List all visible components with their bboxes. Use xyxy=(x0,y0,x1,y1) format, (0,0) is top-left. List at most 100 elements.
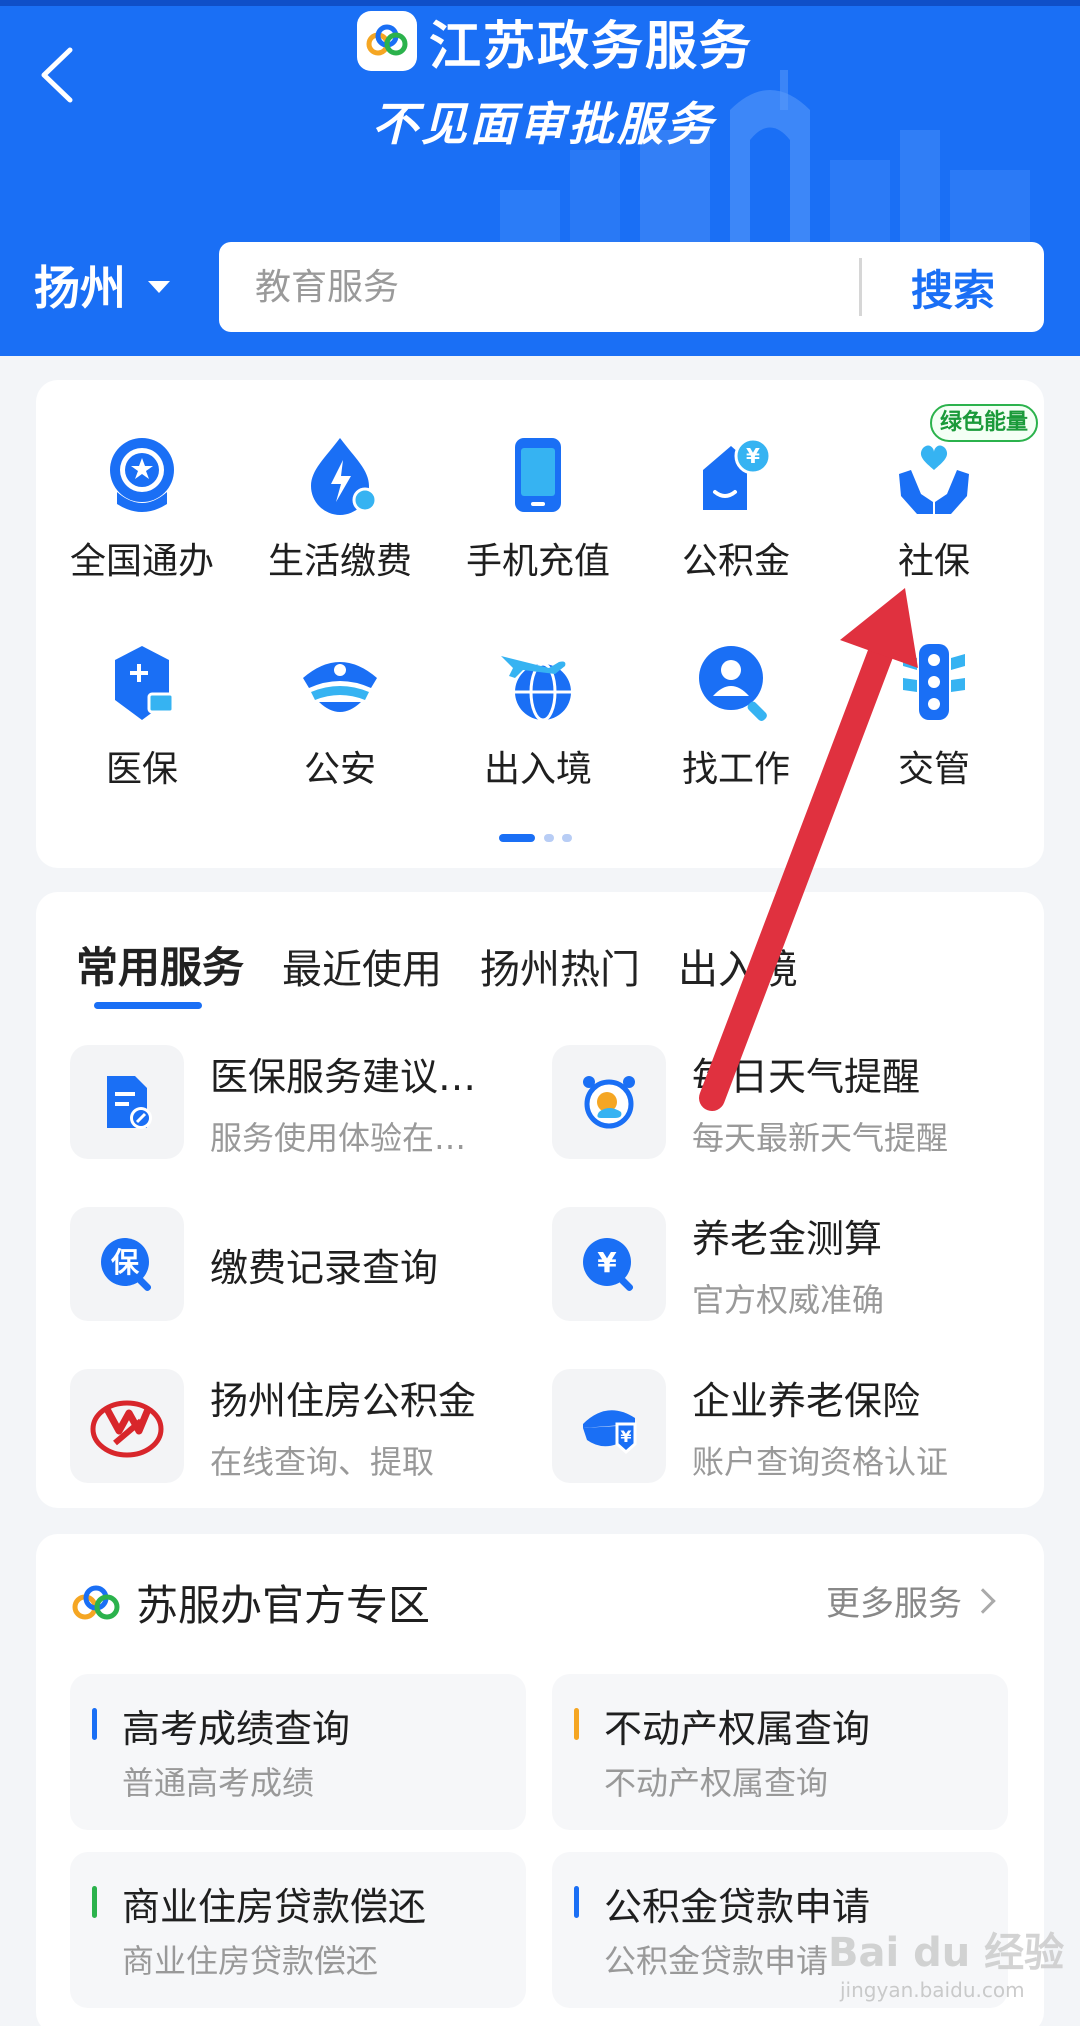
svg-text:¥: ¥ xyxy=(620,1427,631,1446)
tab-common-services[interactable]: 常用服务 xyxy=(76,934,244,995)
service-icon-box: 保 xyxy=(70,1207,184,1321)
tab-recently-used[interactable]: 最近使用 xyxy=(282,937,442,995)
police-icon xyxy=(303,662,377,712)
city-selector[interactable]: 扬州 xyxy=(34,252,170,318)
zone-item-commercial-loan[interactable]: 商业住房贷款偿还 商业住房贷款偿还 xyxy=(70,1852,526,2008)
search-bar: 搜索 xyxy=(219,242,1044,332)
grid-item-utility-payment[interactable]: 生活缴费 xyxy=(240,430,440,584)
back-arrow-icon[interactable] xyxy=(30,40,90,110)
service-item-pension-estimate[interactable]: ¥ 养老金测算 官方权威准确 xyxy=(552,1204,1012,1324)
zone-item-real-estate[interactable]: 不动产权属查询 不动产权属查询 xyxy=(552,1674,1008,1830)
svg-text:¥: ¥ xyxy=(597,1246,617,1279)
service-item-enterprise-pension[interactable]: ¥ 企业养老保险 账户查询资格认证 xyxy=(552,1366,1012,1486)
service-item-medical-feedback[interactable]: 医保服务建议… 服务使用体验在… xyxy=(70,1042,530,1162)
jiangsu-logo-icon xyxy=(357,11,417,71)
social-security-icon xyxy=(899,445,969,514)
more-services-label: 更多服务 xyxy=(826,1584,962,1624)
page-indicator-active xyxy=(499,834,535,842)
service-subtitle: 账户查询资格认证 xyxy=(692,1442,949,1481)
grid-label: 找工作 xyxy=(681,749,790,790)
grid-label: 公积金 xyxy=(681,541,790,582)
service-subtitle: 每天最新天气提醒 xyxy=(692,1118,949,1157)
service-tabs: 常用服务 最近使用 扬州热门 出入境 xyxy=(76,934,836,995)
more-services-link[interactable]: 更多服务 xyxy=(826,1576,996,1625)
national-service-icon xyxy=(110,438,174,512)
official-zone-title: 苏服办官方专区 xyxy=(136,1581,431,1630)
grid-label: 生活缴费 xyxy=(267,541,412,582)
grid-item-job-search[interactable]: 找工作 xyxy=(636,638,836,792)
brand-title: 江苏政务服务 xyxy=(429,15,754,77)
weather-alarm-icon xyxy=(583,1076,635,1129)
zone-item-subtitle: 普通高考成绩 xyxy=(122,1764,315,1802)
watermark-url: jingyan.baidu.com xyxy=(840,1978,1025,2002)
service-title: 每日天气提醒 xyxy=(692,1054,921,1099)
accent-bar xyxy=(574,1708,579,1740)
caret-down-icon xyxy=(148,281,170,293)
service-icon-box: ¥ xyxy=(552,1207,666,1321)
grid-item-police[interactable]: 公安 xyxy=(240,638,440,792)
enterprise-pension-icon: ¥ xyxy=(583,1410,637,1455)
service-icon-box xyxy=(70,1045,184,1159)
jiangsu-logo-icon xyxy=(72,1585,120,1619)
service-icon-box xyxy=(70,1369,184,1483)
service-title: 企业养老保险 xyxy=(692,1378,921,1423)
page-subtitle: 不见面审批服务 xyxy=(372,97,715,151)
service-title: 扬州住房公积金 xyxy=(210,1378,477,1423)
service-item-yangzhou-housing-fund[interactable]: 扬州住房公积金 在线查询、提取 xyxy=(70,1366,530,1486)
service-item-payment-records[interactable]: 保 缴费记录查询 xyxy=(70,1204,530,1324)
tab-immigration[interactable]: 出入境 xyxy=(678,937,798,995)
grid-item-national-service[interactable]: 全国通办 xyxy=(42,430,242,584)
housing-fund-icon: ¥ xyxy=(703,437,772,510)
grid-label: 全国通办 xyxy=(69,541,214,582)
job-search-icon xyxy=(699,646,767,721)
brand: 江苏政务服务 xyxy=(357,10,753,77)
grid-label: 医保 xyxy=(105,749,178,790)
grid-label: 公安 xyxy=(303,749,376,790)
app-header: 江苏政务服务 不见面审批服务 扬州 搜索 xyxy=(0,0,1080,356)
grid-label: 出入境 xyxy=(483,749,592,790)
service-title: 医保服务建议… xyxy=(210,1054,477,1099)
svg-text:保: 保 xyxy=(111,1246,140,1279)
traffic-light-icon xyxy=(903,644,965,720)
baidu-watermark: Bai du 经验 xyxy=(828,1930,1065,1976)
zone-item-gaokao-score[interactable]: 高考成绩查询 普通高考成绩 xyxy=(70,1674,526,1830)
service-icon-box xyxy=(552,1045,666,1159)
grid-item-housing-fund[interactable]: ¥ 公积金 xyxy=(636,430,836,584)
zone-item-title: 高考成绩查询 xyxy=(122,1707,351,1751)
chevron-right-icon xyxy=(970,1587,996,1614)
service-item-weather-reminder[interactable]: 每日天气提醒 每天最新天气提醒 xyxy=(552,1042,1012,1162)
official-zone-header: 苏服办官方专区 xyxy=(70,1572,430,1633)
tab-yangzhou-popular[interactable]: 扬州热门 xyxy=(480,937,640,995)
zone-item-title: 商业住房贷款偿还 xyxy=(122,1885,427,1929)
page-indicator-dot[interactable] xyxy=(544,834,554,842)
yangzhou-fund-logo xyxy=(90,1400,164,1458)
document-edit-icon xyxy=(107,1076,152,1129)
search-input[interactable] xyxy=(219,242,859,332)
grid-item-phone-recharge[interactable]: 手机充值 xyxy=(438,430,638,584)
active-tab-indicator xyxy=(94,1002,202,1009)
service-subtitle: 在线查询、提取 xyxy=(210,1442,435,1481)
accent-bar xyxy=(574,1886,579,1918)
service-title: 养老金测算 xyxy=(692,1216,883,1261)
zone-item-subtitle: 商业住房贷款偿还 xyxy=(122,1942,379,1980)
service-icon-box: ¥ xyxy=(552,1369,666,1483)
page-indicator-dot[interactable] xyxy=(562,834,572,842)
grid-item-social-security[interactable]: 社保 xyxy=(834,430,1034,584)
city-name: 扬州 xyxy=(34,261,126,315)
immigration-icon xyxy=(501,656,571,722)
grid-item-immigration[interactable]: 出入境 xyxy=(438,638,638,792)
accent-bar xyxy=(92,1708,97,1740)
grid-label: 手机充值 xyxy=(465,541,610,582)
svg-text:¥: ¥ xyxy=(746,444,760,468)
phone-recharge-icon xyxy=(515,438,561,512)
grid-label: 社保 xyxy=(897,541,970,582)
search-button[interactable]: 搜索 xyxy=(862,257,1044,318)
service-title: 缴费记录查询 xyxy=(210,1245,439,1290)
insurance-search-icon: 保 xyxy=(101,1238,152,1292)
grid-item-traffic[interactable]: 交管 xyxy=(834,638,1034,792)
zone-item-subtitle: 公积金贷款申请 xyxy=(604,1942,829,1980)
grid-item-medical-insurance[interactable]: 医保 xyxy=(42,638,242,792)
zone-item-subtitle: 不动产权属查询 xyxy=(604,1764,829,1802)
service-subtitle: 官方权威准确 xyxy=(692,1280,885,1319)
pension-search-icon: ¥ xyxy=(583,1238,634,1292)
